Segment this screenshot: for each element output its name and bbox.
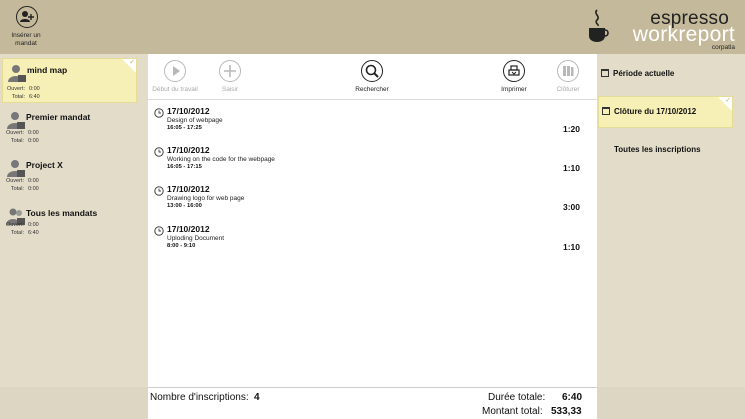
entries-panel: Début du travail Saisir Rechercher Impri…	[148, 54, 597, 387]
entry-description: Working on the code for the webpage	[167, 156, 275, 163]
mandate-item-mind-map[interactable]: mind map Ouvert: 0:00 Total: 6:40	[2, 58, 137, 103]
summary-bar: Nombre d'inscriptions: 4 Durée totale: 6…	[148, 387, 597, 419]
entry-duration: 1:10	[562, 242, 580, 252]
total-label: Total:	[10, 186, 24, 192]
mandate-name: Tous les mandats	[26, 208, 98, 218]
period-all-label: Toutes les inscriptions	[614, 145, 701, 154]
entry-duration: 3:00	[562, 202, 580, 212]
period-current-label: Période actuelle	[613, 69, 675, 78]
search-label: Rechercher	[355, 86, 389, 93]
selected-check-icon	[122, 58, 136, 73]
entry-time-range: 13:00 - 16:00	[167, 203, 202, 209]
amount-value: 533,33	[551, 406, 582, 417]
clock-icon	[154, 226, 164, 236]
start-work-label: Début du travail	[152, 86, 198, 93]
entry-row[interactable]: 17/10/2012 Uploding Document 8:00 - 9:10…	[154, 224, 586, 260]
open-value: 0:00	[28, 222, 39, 228]
print-icon	[503, 60, 525, 82]
search-icon	[361, 60, 383, 82]
mandate-item-premier-mandat[interactable]: Premier mandat Ouvert: 0:00 Total: 0:00	[2, 106, 137, 151]
clock-icon	[154, 186, 164, 196]
enter-button[interactable]: Saisir	[218, 60, 242, 93]
add-mandate-icon	[16, 6, 38, 28]
logo-sub-text: corpatla	[711, 44, 735, 51]
total-value: 6:40	[28, 230, 39, 236]
coffee-cup-icon	[589, 9, 609, 42]
mandate-sidebar: mind map Ouvert: 0:00 Total: 6:40 Premier …	[0, 54, 148, 387]
print-button[interactable]: Imprimer	[499, 60, 529, 93]
books-icon	[557, 60, 579, 82]
entry-date: 17/10/2012	[167, 106, 210, 116]
play-icon	[164, 60, 186, 82]
close-period-button[interactable]: Clôturer	[554, 60, 582, 93]
entry-row[interactable]: 17/10/2012 Drawing logo for web page 13:…	[154, 184, 586, 220]
total-label: Total:	[10, 230, 24, 236]
open-label: Ouvert:	[6, 86, 25, 92]
search-button[interactable]: Rechercher	[354, 60, 390, 93]
count-label: Nombre d'inscriptions:	[150, 392, 249, 403]
mandate-item-all-mandates[interactable]: Tous les mandats Ouvert: 0:00 Total: 6:40	[2, 202, 137, 247]
entry-description: Drawing logo for web page	[167, 195, 245, 202]
total-value: 0:00	[28, 138, 39, 144]
total-label: Total:	[11, 94, 25, 100]
total-value: 0:00	[28, 186, 39, 192]
period-current[interactable]: Période actuelle	[601, 69, 674, 78]
toolbar: Début du travail Saisir Rechercher Impri…	[148, 54, 597, 100]
entry-time-range: 16:05 - 17:25	[167, 125, 202, 131]
entry-row[interactable]: 17/10/2012 Design of webpage 16:05 - 17:…	[154, 106, 586, 142]
entry-duration: 1:20	[562, 124, 580, 134]
clock-icon	[154, 108, 164, 118]
open-value: 0:00	[28, 130, 39, 136]
period-sidebar: Période actuelle Clôture du 17/10/2012 T…	[597, 54, 745, 387]
add-mandate-label: Insérer un mandat	[11, 32, 41, 47]
entry-duration: 1:10	[562, 163, 580, 173]
person-icon	[8, 65, 26, 82]
plus-icon	[219, 60, 241, 82]
entry-date: 17/10/2012	[167, 145, 210, 155]
entry-date: 17/10/2012	[167, 184, 210, 194]
entry-date: 17/10/2012	[167, 224, 210, 234]
summary-footer: Nombre d'inscriptions: 4 Durée totale: 6…	[0, 387, 745, 419]
close-period-label: Clôturer	[556, 86, 580, 93]
mandate-name: Premier mandat	[26, 112, 91, 122]
person-icon	[7, 160, 25, 177]
period-closing: Clôture du 17/10/2012	[602, 107, 696, 116]
open-label: Ouvert:	[5, 178, 24, 184]
entry-time-range: 16:05 - 17:15	[167, 164, 202, 170]
entry-description: Uploding Document	[167, 235, 225, 242]
add-mandate-button[interactable]: Insérer un mandat	[8, 6, 46, 48]
entry-row[interactable]: 17/10/2012 Working on the code for the w…	[154, 145, 586, 181]
start-work-button[interactable]: Début du travail	[152, 60, 198, 93]
calendar-icon	[601, 69, 609, 77]
app-header: Insérer un mandat espresso workreport co…	[0, 0, 745, 54]
open-label: Ouvert:	[5, 222, 24, 228]
total-value: 6:40	[29, 94, 40, 100]
open-label: Ouvert:	[5, 130, 24, 136]
open-value: 0:00	[28, 178, 39, 184]
period-closing-label: Clôture du 17/10/2012	[614, 107, 697, 116]
clock-icon	[154, 147, 164, 157]
period-closing-selected[interactable]: Clôture du 17/10/2012	[598, 96, 733, 128]
amount-label: Montant total:	[482, 406, 543, 417]
duration-value: 6:40	[562, 392, 583, 403]
total-label: Total:	[10, 138, 24, 144]
count-value: 4	[254, 392, 260, 403]
app-logo: espresso workreport corpatla	[587, 6, 737, 52]
mandate-name: Project X	[26, 160, 63, 170]
open-value: 0:00	[29, 86, 40, 92]
mandate-item-project-x[interactable]: Project X Ouvert: 0:00 Total: 0:00	[2, 154, 137, 199]
entry-time-range: 8:00 - 9:10	[167, 243, 196, 249]
mandate-name: mind map	[27, 65, 68, 75]
calendar-icon	[602, 107, 610, 115]
entry-description: Design of webpage	[167, 117, 223, 124]
duration-label: Durée totale:	[488, 392, 546, 403]
period-all[interactable]: Toutes les inscriptions	[614, 145, 701, 154]
print-label: Imprimer	[501, 86, 527, 93]
enter-label: Saisir	[221, 86, 239, 93]
person-icon	[7, 112, 25, 129]
selected-check-icon	[718, 96, 732, 111]
